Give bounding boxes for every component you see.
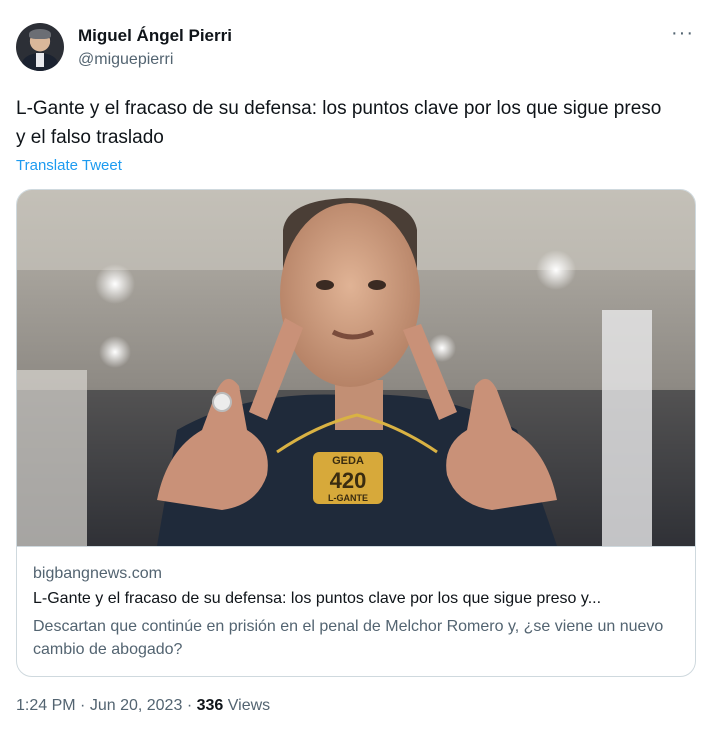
- meta-separator: ·: [186, 697, 193, 714]
- meta-separator: ·: [80, 697, 86, 714]
- author-handle[interactable]: @miguepierri: [78, 51, 173, 69]
- views-count: 336: [196, 697, 224, 714]
- avatar-hair: [29, 29, 51, 39]
- pendant-bottom-text: L-GANTE: [328, 493, 368, 503]
- author-name[interactable]: Miguel Ángel Pierri: [78, 26, 232, 46]
- tweet-date-link[interactable]: Jun 20, 2023: [90, 697, 183, 714]
- author-avatar[interactable]: [16, 23, 64, 71]
- translate-tweet-link[interactable]: Translate Tweet: [16, 157, 122, 174]
- more-options-icon[interactable]: ···: [671, 22, 694, 45]
- card-title: L-Gante y el fracaso de su defensa: los …: [33, 590, 602, 607]
- pendant-number-text: 420: [330, 468, 367, 493]
- card-body[interactable]: bigbangnews.com L-Gante y el fracaso de …: [17, 546, 695, 676]
- tweet-text: L-Gante y el fracaso de su defensa: los …: [16, 98, 662, 148]
- tweet-meta: 1:24 PM · Jun 20, 2023 · 336 Views: [16, 697, 270, 715]
- card-image: GEDA 420 L-GANTE: [17, 190, 695, 546]
- pendant-top-text: GEDA: [332, 455, 364, 467]
- tweet-time-link[interactable]: 1:24 PM: [16, 697, 76, 714]
- avatar-shirt: [36, 53, 44, 67]
- link-preview-card[interactable]: GEDA 420 L-GANTE bigbangnews.com L-Gante…: [16, 189, 696, 677]
- card-domain: bigbangnews.com: [33, 565, 162, 582]
- views-label: Views: [227, 697, 271, 714]
- card-description: Descartan que continúe en prisión en el …: [33, 618, 664, 658]
